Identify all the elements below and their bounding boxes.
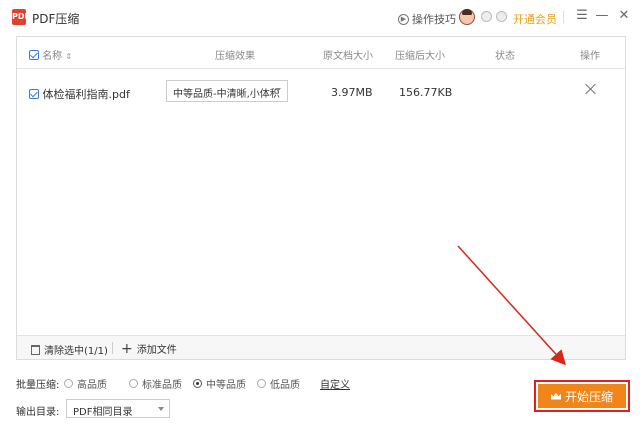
output-dir-select[interactable]: PDF相同目录 (66, 399, 170, 418)
header-status: 状态 (495, 51, 515, 62)
plus-icon: + (121, 340, 133, 357)
header-orig-size: 原文档大小 (323, 51, 373, 62)
table-row[interactable]: 体检福利指南.pdf 中等品质-中清晰,小体积 3.97MB 156.77KB (17, 70, 625, 114)
output-label: 输出目录: (16, 407, 60, 418)
tips-icon: ▶ (398, 13, 409, 25)
badge-icon (481, 11, 492, 22)
batch-label: 批量压缩: (16, 380, 60, 391)
sort-icon[interactable]: ⇕ (65, 52, 72, 61)
chevron-down-icon (275, 88, 281, 92)
divider (563, 11, 564, 23)
radio-dot (257, 379, 266, 388)
clear-selected-button[interactable]: 清除选中(1/1) (31, 342, 108, 357)
title-bar: PDF PDF压缩 ▶ 操作技巧 开通会员 ☰ — ✕ (0, 0, 640, 34)
close-icon[interactable]: ✕ (616, 8, 632, 24)
radio-medium[interactable]: 中等品质 (193, 376, 246, 391)
header-name[interactable]: 名称 ⇕ (29, 47, 72, 62)
minimize-icon[interactable]: — (594, 8, 610, 24)
vip-link[interactable]: 开通会员 (513, 11, 557, 27)
radio-high[interactable]: 高品质 (64, 376, 107, 391)
menu-icon[interactable]: ☰ (574, 8, 590, 24)
table-footer: 清除选中(1/1) + 添加文件 (17, 335, 625, 359)
crown-icon (550, 392, 561, 400)
chevron-down-icon (158, 407, 164, 411)
row-checkbox[interactable] (29, 89, 39, 99)
app-title: PDF压缩 (32, 12, 80, 26)
settings-icon[interactable] (496, 11, 507, 22)
radio-standard[interactable]: 标准品质 (129, 376, 182, 391)
header-action: 操作 (580, 51, 600, 62)
app-logo-icon: PDF (12, 9, 30, 25)
radio-low[interactable]: 低品质 (257, 376, 300, 391)
highlight-box: 开始压缩 (534, 380, 630, 412)
delete-icon[interactable] (584, 82, 598, 96)
file-table: 名称 ⇕ 压缩效果 原文档大小 压缩后大小 状态 操作 体检福利指南.pdf 中… (16, 36, 626, 360)
tips-link[interactable]: ▶ 操作技巧 (398, 11, 456, 27)
avatar[interactable] (459, 9, 475, 25)
add-file-button[interactable]: + 添加文件 (121, 340, 177, 357)
trash-icon (31, 344, 40, 355)
row-filename: 体检福利指南.pdf (29, 86, 130, 102)
select-all-checkbox[interactable] (29, 50, 39, 60)
row-new-size: 156.77KB (399, 86, 453, 99)
radio-dot-selected (193, 379, 202, 388)
header-new-size: 压缩后大小 (395, 51, 445, 62)
tips-label: 操作技巧 (412, 13, 456, 26)
radio-dot (129, 379, 138, 388)
table-header: 名称 ⇕ 压缩效果 原文档大小 压缩后大小 状态 操作 (17, 37, 625, 69)
effect-select[interactable]: 中等品质-中清晰,小体积 (166, 80, 288, 102)
custom-link[interactable]: 自定义 (320, 376, 350, 391)
radio-dot (64, 379, 73, 388)
divider (112, 342, 113, 354)
row-orig-size: 3.97MB (331, 86, 373, 99)
header-effect: 压缩效果 (215, 51, 255, 62)
start-compress-button[interactable]: 开始压缩 (538, 384, 626, 408)
